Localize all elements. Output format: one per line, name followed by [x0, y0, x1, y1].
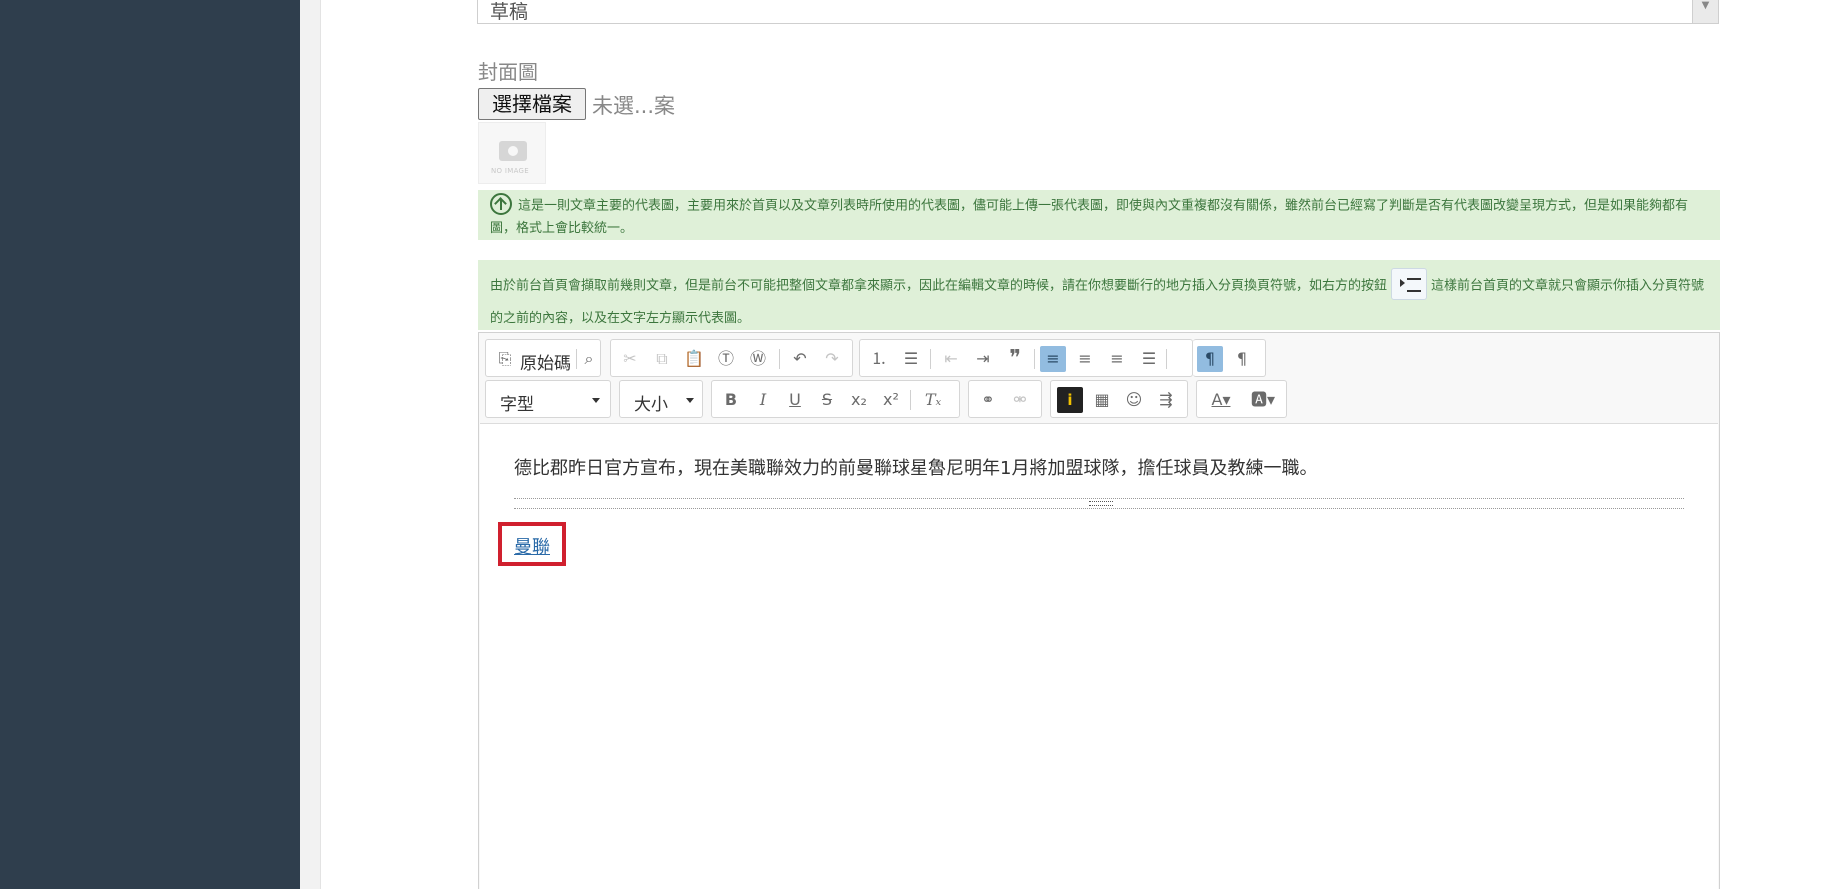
unlink-icon[interactable]: ⚮	[1007, 387, 1033, 413]
chevron-down-icon	[686, 398, 694, 403]
remove-format-icon[interactable]: Tₓ	[920, 387, 946, 413]
camera-icon	[499, 141, 527, 161]
image-info-icon[interactable]: i	[1057, 387, 1083, 413]
toolbar-group-document: ⎘ 原始碼 ⌕	[485, 339, 601, 377]
cover-image-label: 封面圖	[478, 60, 538, 84]
align-left-icon[interactable]: ≡	[1040, 346, 1066, 372]
sidebar	[0, 0, 300, 889]
file-status-text: 未選...案	[592, 94, 676, 118]
copy-icon[interactable]: ⧉	[649, 346, 675, 372]
cover-image-hint: 這是一則文章主要的代表圖，主要用來於首頁以及文章列表時所使用的代表圖，儘可能上傳…	[478, 190, 1720, 240]
chevron-down-icon[interactable]: ▼	[1692, 0, 1718, 23]
bulleted-list-icon[interactable]: ☰	[898, 346, 924, 372]
toolbar-separator	[1034, 349, 1035, 369]
toolbar-group-colors: A▾ 🅰▾	[1196, 380, 1287, 418]
status-select-value: 草稿	[490, 1, 529, 23]
italic-icon[interactable]: I	[750, 387, 776, 413]
undo-icon[interactable]: ↶	[787, 346, 813, 372]
pagebreak-hint-text-before: 由於前台首頁會擷取前幾則文章，但是前台不可能把整個文章都拿來顯示，因此在編輯文章…	[490, 278, 1388, 294]
indent-icon[interactable]: ⇥	[970, 346, 996, 372]
toolbar-separator	[1166, 349, 1167, 369]
page-break-handle	[1089, 501, 1113, 506]
rich-text-editor: ⎘ 原始碼 ⌕ ✂ ⧉ 📋 Ⓣ Ⓦ ↶ ↷ ⒈ ☰ ⇤ ⇥ ❞ ≡ ≡ ≡ ☰	[478, 332, 1720, 889]
align-right-icon[interactable]: ≡	[1104, 346, 1130, 372]
choose-file-button[interactable]: 選擇檔案	[478, 88, 586, 120]
highlighted-link-box: 曼聯	[498, 522, 566, 566]
paste-text-icon[interactable]: Ⓣ	[713, 346, 739, 372]
font-size-select[interactable]: 大小	[619, 380, 703, 418]
toolbar-group-paragraph: ⒈ ☰ ⇤ ⇥ ❞ ≡ ≡ ≡ ☰	[859, 339, 1193, 377]
align-center-icon[interactable]: ≡	[1072, 346, 1098, 372]
article-paragraph[interactable]: 德比郡昨日官方宣布，現在美職聯效力的前曼聯球星魯尼明年1月將加盟球隊，擔任球員及…	[514, 454, 1317, 480]
background-color-icon[interactable]: 🅰▾	[1245, 387, 1281, 413]
content-gutter	[300, 0, 321, 889]
outdent-icon[interactable]: ⇤	[938, 346, 964, 372]
no-image-text: NO IMAGE	[491, 167, 529, 175]
paste-word-icon[interactable]: Ⓦ	[745, 346, 771, 372]
editor-content-area[interactable]: 德比郡昨日官方宣布，現在美職聯效力的前曼聯球星魯尼明年1月將加盟球隊，擔任球員及…	[480, 423, 1718, 889]
toolbar-separator	[930, 349, 931, 369]
subscript-icon[interactable]: x₂	[846, 387, 872, 413]
table-icon[interactable]: ▦	[1089, 387, 1115, 413]
cover-hint-text: 這是一則文章主要的代表圖，主要用來於首頁以及文章列表時所使用的代表圖，儘可能上傳…	[490, 198, 1689, 236]
chevron-down-icon	[592, 398, 600, 403]
bold-icon[interactable]: B	[718, 387, 744, 413]
page-break-icon[interactable]: ⇶	[1153, 387, 1179, 413]
strikethrough-icon[interactable]: S	[814, 387, 840, 413]
toolbar-group-clipboard: ✂ ⧉ 📋 Ⓣ Ⓦ ↶ ↷	[610, 339, 853, 377]
cover-image-placeholder: NO IMAGE	[478, 122, 546, 184]
source-icon[interactable]: ⎘	[492, 346, 518, 372]
toolbar-group-basic-styles: B I U S x₂ x² Tₓ	[711, 380, 960, 418]
superscript-icon[interactable]: x²	[878, 387, 904, 413]
pagebreak-hint: 由於前台首頁會擷取前幾則文章，但是前台不可能把整個文章都拿來顯示，因此在編輯文章…	[478, 260, 1720, 330]
text-direction-ltr-icon[interactable]: ¶	[1197, 346, 1223, 372]
text-direction-rtl-icon[interactable]: ¶	[1229, 346, 1255, 372]
toolbar-separator	[576, 349, 577, 369]
font-family-label: 字型	[500, 395, 534, 415]
numbered-list-icon[interactable]: ⒈	[866, 346, 892, 372]
underline-icon[interactable]: U	[782, 387, 808, 413]
page-break-marker[interactable]	[514, 498, 1684, 509]
blockquote-icon[interactable]: ❞	[1002, 346, 1028, 372]
cut-icon[interactable]: ✂	[617, 346, 643, 372]
source-button-label[interactable]: 原始碼	[520, 349, 571, 374]
toolbar-group-direction: ¶ ¶	[1193, 339, 1266, 377]
article-link[interactable]: 曼聯	[514, 533, 550, 559]
paste-icon[interactable]: 📋	[681, 346, 707, 372]
font-family-select[interactable]: 字型	[485, 380, 611, 418]
page-break-icon	[1391, 268, 1428, 300]
link-icon[interactable]: ⚭	[975, 387, 1001, 413]
toolbar-separator	[910, 390, 911, 410]
toolbar-group-insert: i ▦ ☺ ⇶	[1050, 380, 1188, 418]
toolbar-group-links: ⚭ ⚮	[968, 380, 1042, 418]
font-size-label: 大小	[634, 395, 668, 415]
smiley-icon[interactable]: ☺	[1121, 387, 1147, 413]
redo-icon[interactable]: ↷	[819, 346, 845, 372]
text-color-icon[interactable]: A▾	[1203, 387, 1239, 413]
align-justify-icon[interactable]: ☰	[1136, 346, 1162, 372]
toolbar-separator	[779, 349, 780, 369]
arrow-up-circle-icon	[490, 193, 512, 215]
status-select[interactable]: 草稿 ▼	[477, 0, 1719, 24]
preview-icon[interactable]: ⌕	[578, 346, 600, 372]
